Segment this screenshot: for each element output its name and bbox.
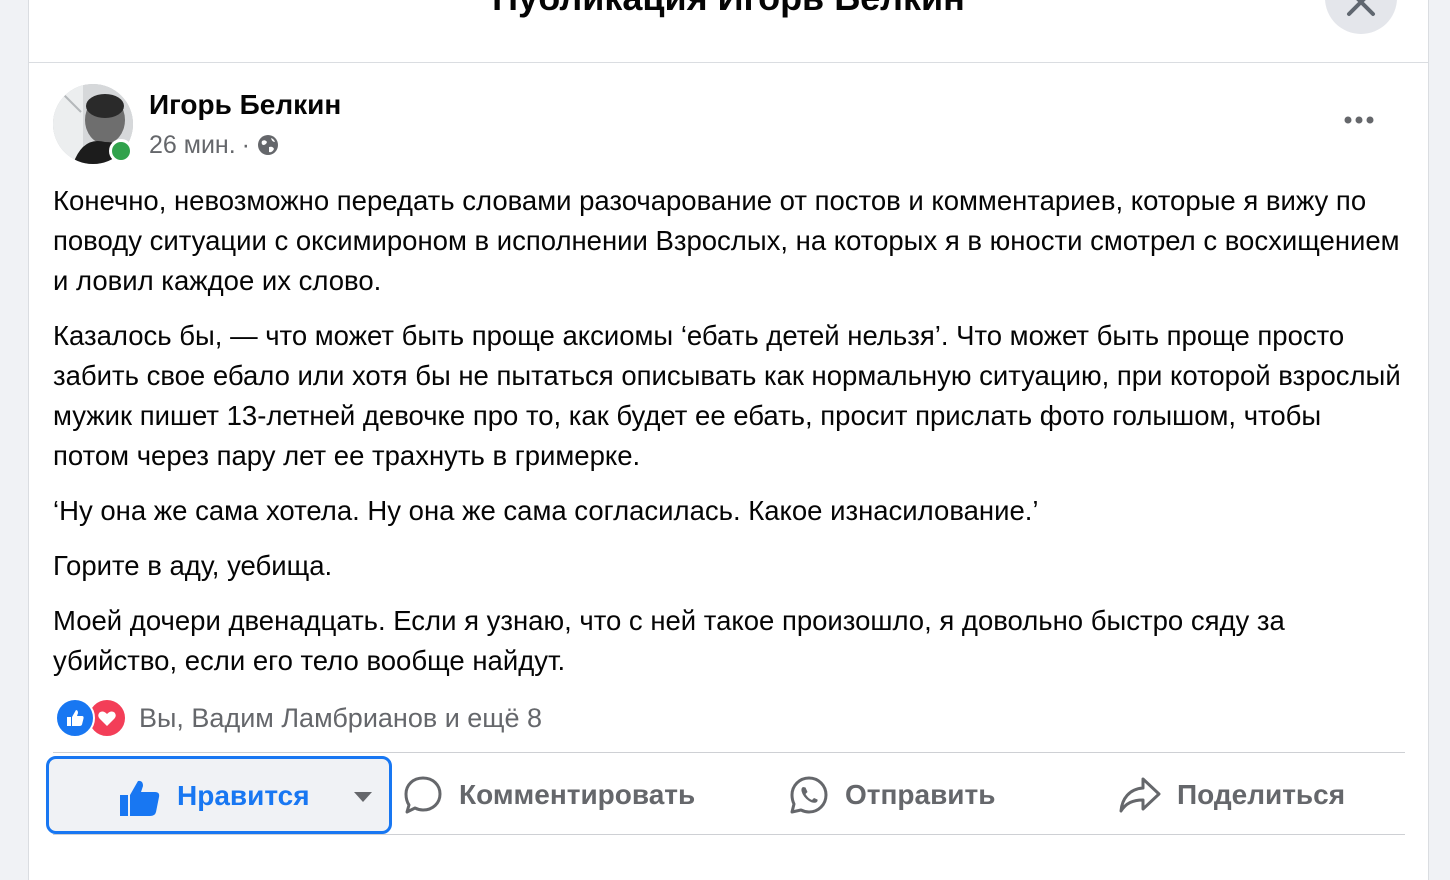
meta-separator: · bbox=[241, 131, 250, 159]
author-name[interactable]: Игорь Белкин bbox=[149, 88, 341, 122]
like-reaction-icon bbox=[55, 698, 95, 738]
globe-icon bbox=[256, 133, 280, 157]
online-status-indicator bbox=[109, 139, 133, 163]
post-action-bar: Нравится Комментировать Отправить Подели… bbox=[29, 754, 1428, 834]
close-icon bbox=[1347, 0, 1375, 16]
divider bbox=[53, 752, 1405, 753]
whatsapp-icon bbox=[790, 776, 828, 814]
close-button[interactable] bbox=[1325, 0, 1397, 34]
comment-button-label: Комментировать bbox=[459, 779, 696, 810]
post-paragraph: Казалось бы, — что может быть проще акси… bbox=[53, 320, 1401, 471]
send-button[interactable]: Отправить bbox=[789, 774, 995, 816]
modal-title: Публикация Игорь Белкин bbox=[29, 0, 1428, 20]
post-time[interactable]: 26 мин. bbox=[149, 129, 236, 161]
post-options-button[interactable] bbox=[1337, 100, 1381, 140]
share-button-label: Поделиться bbox=[1177, 779, 1346, 810]
reactions-count-text: Вы, Вадим Ламбрианов и ещё 8 bbox=[139, 702, 543, 733]
more-icon bbox=[1344, 116, 1374, 124]
share-button[interactable]: Поделиться bbox=[1119, 774, 1345, 816]
chevron-down-icon[interactable] bbox=[353, 791, 373, 803]
post-paragraph: Конечно, невозможно передать словами раз… bbox=[53, 185, 1400, 296]
like-button-label: Нравится bbox=[177, 780, 310, 811]
modal-header: Публикация Игорь Белкин bbox=[29, 0, 1428, 63]
post-paragraph: Моей дочери двенадцать. Если я узнаю, чт… bbox=[53, 605, 1285, 676]
post-paragraph: Горите в аду, уебища. bbox=[53, 550, 333, 581]
post-text: Конечно, невозможно передать словами раз… bbox=[53, 181, 1403, 696]
share-icon bbox=[1119, 777, 1161, 813]
reactions-summary[interactable]: Вы, Вадим Ламбрианов и ещё 8 bbox=[55, 698, 542, 738]
send-button-label: Отправить bbox=[845, 779, 996, 810]
thumbs-up-icon bbox=[120, 780, 160, 816]
post-meta: 26 мин. · bbox=[149, 129, 280, 161]
divider bbox=[53, 834, 1405, 835]
post-modal: Публикация Игорь Белкин Игорь Белкин 26 … bbox=[28, 0, 1429, 880]
post-paragraph: ‘Ну она же сама хотела. Ну она же сама с… bbox=[53, 495, 1039, 526]
comment-icon bbox=[404, 776, 442, 814]
like-button[interactable]: Нравится bbox=[46, 756, 392, 834]
comment-button[interactable]: Комментировать bbox=[403, 774, 695, 816]
